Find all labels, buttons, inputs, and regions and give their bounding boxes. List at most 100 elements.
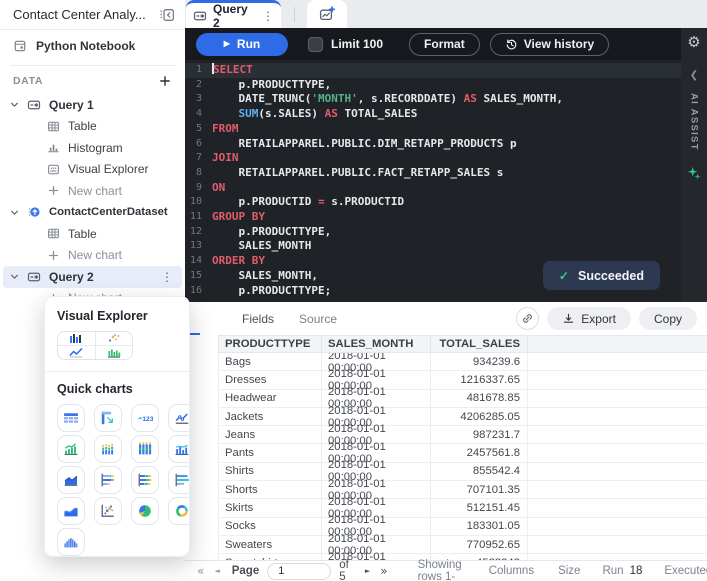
chevron-down-icon[interactable] — [8, 270, 21, 283]
grouped-column-icon — [137, 441, 153, 457]
page-label: Page — [232, 565, 260, 577]
filled-area-icon — [63, 503, 79, 519]
quickchart-scatter-button[interactable] — [94, 497, 122, 525]
table-row[interactable]: Skirts2018-01-01 00:00:00512151.45 — [218, 499, 707, 517]
download-icon — [562, 312, 575, 325]
area-chart-icon — [63, 472, 79, 488]
table-row[interactable]: Shorts2018-01-01 00:00:00707101.35 — [218, 481, 707, 499]
quickchart-filled-area-button[interactable] — [57, 497, 85, 525]
table-row[interactable]: Sweaters2018-01-01 00:00:00770952.65 — [218, 536, 707, 554]
table-row[interactable]: Headwear2018-01-01 00:00:00481678.85 — [218, 390, 707, 408]
mini-scatter-icon — [99, 333, 129, 344]
ai-sparkle-icon[interactable] — [687, 166, 701, 180]
link-button[interactable] — [516, 307, 539, 330]
workspace-title: Contact Center Analy... — [13, 7, 159, 22]
run-label: Run — [602, 565, 623, 577]
tab-query-2[interactable]: Query 2 ⋮ — [186, 0, 281, 28]
single-number-icon: 123 — [137, 410, 153, 426]
page-input[interactable] — [267, 563, 331, 580]
collapse-panel-icon[interactable]: ❮ — [690, 70, 698, 81]
executed-label: Executed — [664, 565, 707, 577]
column-header-total-sales[interactable]: TOTAL_SALES — [431, 336, 528, 352]
sidebar-item-query-2[interactable]: Query 2 ⋮ — [3, 266, 182, 288]
sql-editor[interactable]: SELECT p.PRODUCTTYPE, DATE_TRUNC('MONTH'… — [185, 60, 707, 302]
new-chart-icon — [319, 6, 335, 22]
limit-checkbox-group: Limit 100 — [308, 37, 383, 52]
sidebar-item-dataset-new-chart[interactable]: New chart — [0, 245, 185, 267]
sidebar-item-dataset-table[interactable]: Table — [0, 223, 185, 245]
sidebar-item-query-1[interactable]: Query 1 — [0, 94, 185, 116]
limit-label: Limit 100 — [331, 37, 383, 51]
results-table-header: PRODUCTTYPE SALES_MONTH TOTAL_SALES — [218, 335, 707, 353]
table-row[interactable]: Socks2018-01-01 00:00:00183301.05 — [218, 518, 707, 536]
visual-explorer-button[interactable] — [57, 331, 133, 360]
last-page-icon[interactable]: » — [380, 564, 387, 578]
sidebar-item-query1-histogram[interactable]: Histogram — [0, 137, 185, 159]
scatter-plot-icon — [100, 503, 116, 519]
previous-page-icon[interactable]: ◄ — [214, 567, 219, 575]
table-row[interactable]: Pants2018-01-01 00:00:002457561.8 — [218, 444, 707, 462]
copy-button[interactable]: Copy — [639, 307, 697, 330]
first-page-icon[interactable]: « — [197, 564, 204, 578]
quickchart-table-button[interactable] — [57, 404, 85, 432]
column-header-sales-month[interactable]: SALES_MONTH — [322, 336, 431, 352]
python-notebook-label: Python Notebook — [36, 39, 135, 53]
quickchart-area-button[interactable] — [57, 466, 85, 494]
sidebar-item-python-notebook[interactable]: Python Notebook — [0, 30, 185, 62]
data-section-label: DATA — [13, 75, 158, 87]
new-chart-tab-button[interactable] — [307, 0, 347, 28]
quickchart-stacked-bar-button[interactable] — [131, 466, 159, 494]
collapse-sidebar-icon[interactable] — [159, 7, 175, 23]
sidebar-item-contactcenterdataset[interactable]: ContactCenterDataset — [0, 202, 185, 224]
quickchart-bar-dots-button[interactable] — [94, 466, 122, 494]
tab-kebab-menu-icon[interactable]: ⋮ — [262, 9, 274, 23]
columns-label[interactable]: Columns — [489, 565, 534, 577]
tab-source[interactable]: Source — [299, 312, 337, 326]
table-row[interactable]: Bags2018-01-01 00:00:00934239.6 — [218, 353, 707, 371]
column-line-icon — [174, 441, 190, 457]
next-page-icon[interactable]: ► — [365, 567, 370, 575]
column-header-producttype[interactable]: PRODUCTTYPE — [218, 336, 322, 352]
results-panel: Fields Source Export Copy PRODUCTTYPE SA… — [185, 302, 707, 560]
table-row[interactable]: Shirts2018-01-01 00:00:00855542.4 — [218, 463, 707, 481]
quickchart-number-button[interactable]: 123 — [131, 404, 159, 432]
check-icon: ✓ — [559, 269, 569, 283]
gear-icon[interactable]: ⚙ — [687, 35, 700, 50]
quickchart-combo-line-button[interactable] — [57, 435, 85, 463]
tab-fields[interactable]: Fields — [242, 312, 274, 326]
donut-chart-icon — [174, 503, 190, 519]
sidebar-item-query1-new-chart[interactable]: New chart — [0, 180, 185, 202]
table-row[interactable]: Dresses2018-01-01 00:00:001216337.65 — [218, 371, 707, 389]
view-history-button[interactable]: View history — [490, 33, 609, 56]
limit-checkbox[interactable] — [308, 37, 323, 52]
sidebar-item-query1-visual-explorer[interactable]: Visual Explorer — [0, 159, 185, 181]
sidebar-item-query1-table[interactable]: Table — [0, 116, 185, 138]
results-actions: Export Copy — [516, 307, 697, 330]
quickchart-pie-button[interactable] — [131, 497, 159, 525]
quickchart-pivot-button[interactable] — [94, 404, 122, 432]
quickchart-line-button[interactable] — [168, 404, 190, 432]
quickchart-column-line-button[interactable] — [168, 435, 190, 463]
plus-icon — [47, 184, 60, 197]
table-row[interactable]: Jackets2018-01-01 00:00:004206285.05 — [218, 408, 707, 426]
size-label[interactable]: Size — [558, 565, 580, 577]
quickchart-stacked-column-button[interactable] — [94, 435, 122, 463]
kebab-menu-icon[interactable]: ⋮ — [161, 270, 173, 284]
quickchart-donut-button[interactable] — [168, 497, 190, 525]
ai-assist-strip: ⚙ ❮ AI ASSIST — [681, 28, 707, 302]
query-icon — [193, 9, 207, 23]
chevron-down-icon[interactable] — [8, 98, 21, 111]
table-icon — [47, 120, 60, 133]
chevron-down-icon[interactable] — [8, 206, 21, 219]
quickchart-bar-button[interactable] — [168, 466, 190, 494]
svg-text:123: 123 — [142, 416, 153, 423]
add-data-icon[interactable] — [158, 74, 172, 88]
quickchart-histogram-button[interactable] — [57, 528, 85, 556]
table-row[interactable]: Jeans2018-01-01 00:00:00987231.7 — [218, 426, 707, 444]
mini-line-chart-icon — [61, 347, 91, 358]
format-button[interactable]: Format — [409, 33, 480, 56]
quick-charts-title: Quick charts — [57, 382, 177, 396]
quickchart-grouped-column-button[interactable] — [131, 435, 159, 463]
export-button[interactable]: Export — [547, 307, 631, 330]
run-button[interactable]: ▶ Run — [196, 33, 288, 56]
